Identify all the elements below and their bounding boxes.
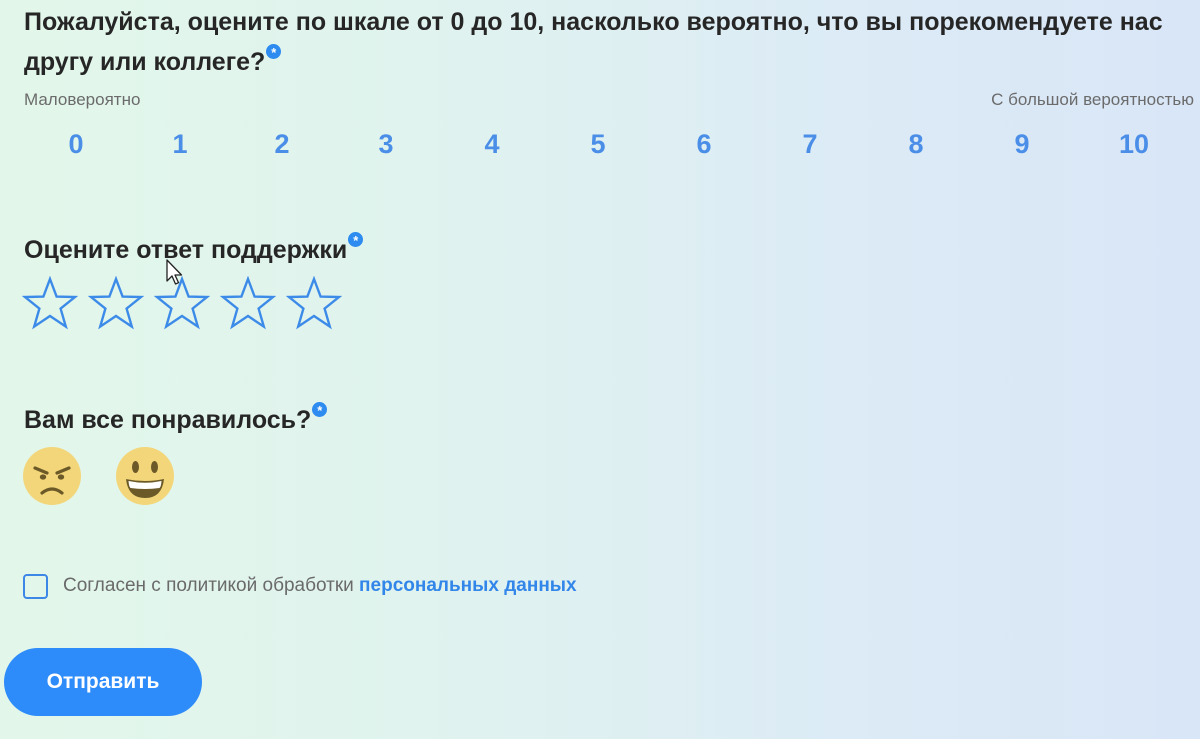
grinning-face-icon[interactable]	[115, 446, 175, 506]
mouse-cursor-icon	[166, 259, 183, 285]
consent-row: Согласен с политикой обработки персональ…	[23, 571, 577, 601]
star-2-icon[interactable]	[88, 276, 144, 332]
nps-option-10[interactable]: 10	[1109, 124, 1159, 164]
consent-label: Согласен с политикой обработки персональ…	[63, 575, 577, 597]
nps-option-2[interactable]: 2	[257, 124, 307, 164]
consent-text: Согласен с политикой обработки	[63, 575, 354, 596]
required-marker: *	[348, 232, 364, 248]
nps-option-7[interactable]: 7	[785, 124, 835, 164]
nps-option-3[interactable]: 3	[361, 124, 411, 164]
required-marker: *	[266, 44, 282, 60]
scale-high-label: С большой вероятностью	[991, 90, 1194, 109]
required-marker: *	[312, 402, 328, 418]
nps-option-4[interactable]: 4	[467, 124, 517, 164]
nps-option-8[interactable]: 8	[891, 124, 941, 164]
nps-option-6[interactable]: 6	[679, 124, 729, 164]
nps-option-9[interactable]: 9	[997, 124, 1047, 164]
nps-question: Пожалуйста, оцените по шкале от 0 до 10,…	[24, 2, 1184, 82]
scale-low-label: Маловероятно	[24, 90, 141, 109]
nps-question-text: Пожалуйста, оцените по шкале от 0 до 10,…	[24, 8, 1163, 76]
submit-button[interactable]: Отправить	[4, 648, 202, 716]
satisfaction-question-text: Вам все понравилось?	[24, 406, 312, 434]
satisfaction-question: Вам все понравилось? *	[24, 400, 328, 440]
support-rating-question-text: Оцените ответ поддержки	[24, 236, 348, 264]
star-1-icon[interactable]	[22, 276, 78, 332]
star-4-icon[interactable]	[220, 276, 276, 332]
nps-option-1[interactable]: 1	[155, 124, 205, 164]
consent-checkbox[interactable]	[23, 573, 48, 599]
support-rating-question: Оцените ответ поддержки *	[24, 230, 364, 270]
nps-scale: 0 1 2 3 4 5 6 7 8 9 10	[0, 124, 1200, 164]
angry-face-icon[interactable]	[22, 446, 82, 506]
personal-data-link[interactable]: персональных данных	[359, 575, 577, 596]
nps-option-5[interactable]: 5	[573, 124, 623, 164]
star-5-icon[interactable]	[286, 276, 342, 332]
nps-option-0[interactable]: 0	[51, 124, 101, 164]
